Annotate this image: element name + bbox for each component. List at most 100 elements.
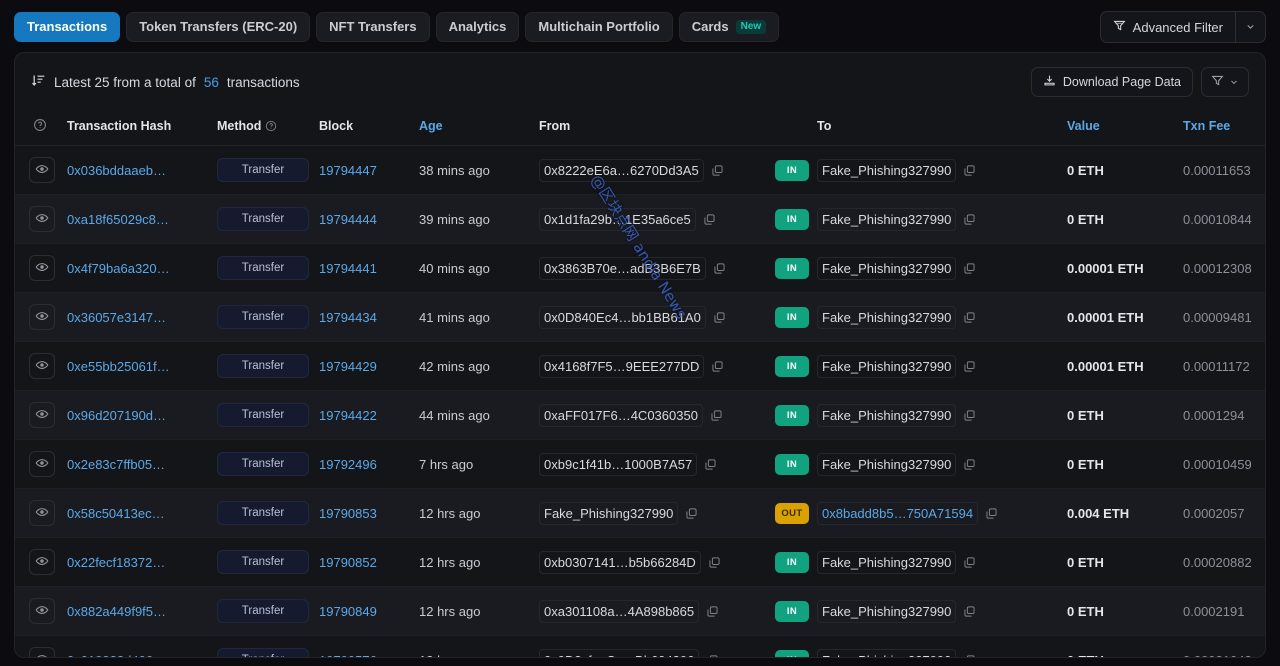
tab-cards[interactable]: Cards New [678, 11, 780, 43]
to-address-text[interactable]: Fake_Phishing327990 [817, 452, 957, 476]
th-block[interactable]: Block [313, 109, 413, 146]
transaction-hash-link[interactable]: 0x36057e3147… [67, 310, 166, 325]
copy-icon[interactable] [706, 654, 719, 657]
copy-icon[interactable] [963, 458, 976, 471]
transaction-hash-link[interactable]: 0xe55bb25061f… [67, 359, 170, 374]
to-address-text[interactable]: Fake_Phishing327990 [817, 403, 957, 427]
preview-eye-button[interactable] [29, 451, 55, 477]
block-link[interactable]: 19794429 [319, 359, 377, 374]
preview-eye-button[interactable] [29, 255, 55, 281]
from-address-text[interactable]: 0x8222eE6a…6270Dd3A5 [539, 158, 704, 182]
to-address-text[interactable]: Fake_Phishing327990 [817, 599, 957, 623]
to-address-text[interactable]: Fake_Phishing327990 [817, 256, 957, 280]
help-circle-icon[interactable] [33, 118, 47, 132]
block-link[interactable]: 19794447 [319, 163, 377, 178]
block-link[interactable]: 19794441 [319, 261, 377, 276]
preview-eye-button[interactable] [29, 206, 55, 232]
to-address-text[interactable]: Fake_Phishing327990 [817, 207, 957, 231]
tab-multichain-portfolio[interactable]: Multichain Portfolio [525, 11, 673, 43]
from-address-text[interactable]: 0xaFF017F6…4C0360350 [539, 403, 703, 427]
block-link[interactable]: 19794444 [319, 212, 377, 227]
th-age[interactable]: Age [413, 109, 533, 146]
preview-eye-button[interactable] [29, 157, 55, 183]
copy-icon[interactable] [963, 360, 976, 373]
copy-icon[interactable] [963, 311, 976, 324]
preview-eye-button[interactable] [29, 304, 55, 330]
transaction-hash-link[interactable]: 0x58c50413ec… [67, 506, 165, 521]
block-link[interactable]: 19794434 [319, 310, 377, 325]
copy-icon[interactable] [710, 409, 723, 422]
copy-icon[interactable] [711, 360, 724, 373]
copy-icon[interactable] [963, 262, 976, 275]
total-transactions-count[interactable]: 56 [204, 75, 219, 90]
table-filter-button[interactable] [1201, 67, 1249, 97]
copy-icon[interactable] [703, 213, 716, 226]
th-to[interactable]: To [811, 109, 1061, 146]
th-txn-fee[interactable]: Txn Fee [1177, 109, 1265, 146]
block-link[interactable]: 19790576 [319, 653, 377, 658]
from-address-text[interactable]: 0x0D840Ec4…bb1BB61A0 [539, 305, 706, 329]
sort-descending-icon[interactable] [31, 73, 46, 91]
th-value[interactable]: Value [1061, 109, 1177, 146]
from-address-text[interactable]: 0x4168f7F5…9EEE277DD [539, 354, 705, 378]
transaction-hash-link[interactable]: 0x96d207190d… [67, 408, 166, 423]
tab-nft-transfers[interactable]: NFT Transfers [316, 11, 430, 43]
preview-eye-button[interactable] [29, 647, 55, 657]
transaction-hash-link[interactable]: 0x019822d406… [67, 653, 166, 658]
from-address-text[interactable]: Fake_Phishing327990 [539, 501, 679, 525]
advanced-filter-caret[interactable] [1235, 12, 1265, 42]
copy-icon[interactable] [713, 311, 726, 324]
transaction-hash-link[interactable]: 0x4f79ba6a320… [67, 261, 170, 276]
preview-eye-button[interactable] [29, 549, 55, 575]
to-address-text[interactable]: Fake_Phishing327990 [817, 158, 957, 182]
from-address-text[interactable]: 0x3863B70e…adB3B6E7B [539, 256, 706, 280]
th-transaction-hash[interactable]: Transaction Hash [61, 109, 211, 146]
from-address-text[interactable]: 0xb0307141…b5b66284D [539, 550, 701, 574]
advanced-filter-button[interactable]: Advanced Filter [1101, 12, 1235, 42]
download-page-data-button[interactable]: Download Page Data [1030, 67, 1193, 97]
th-from[interactable]: From [533, 109, 769, 146]
copy-icon[interactable] [963, 409, 976, 422]
transaction-hash-link[interactable]: 0x036bddaaeb… [67, 163, 166, 178]
copy-icon[interactable] [685, 507, 698, 520]
to-address-text[interactable]: Fake_Phishing327990 [817, 354, 957, 378]
copy-icon[interactable] [963, 213, 976, 226]
from-address-text[interactable]: 0xa301108a…4A898b865 [539, 599, 700, 623]
to-address-text[interactable]: 0x8badd8b5…750A71594 [817, 501, 979, 525]
copy-icon[interactable] [963, 164, 976, 177]
copy-icon[interactable] [963, 654, 976, 657]
help-circle-icon[interactable] [265, 120, 277, 132]
preview-eye-button[interactable] [29, 402, 55, 428]
tab-analytics[interactable]: Analytics [435, 11, 520, 43]
from-address-text[interactable]: 0x1d1fa29b…1E35a6ce5 [539, 207, 696, 231]
copy-icon[interactable] [713, 262, 726, 275]
to-address-text[interactable]: Fake_Phishing327990 [817, 550, 957, 574]
copy-icon[interactable] [708, 556, 721, 569]
preview-eye-button[interactable] [29, 500, 55, 526]
copy-icon[interactable] [985, 507, 998, 520]
copy-icon[interactable] [963, 556, 976, 569]
advanced-filter-control[interactable]: Advanced Filter [1099, 11, 1266, 43]
transaction-hash-link[interactable]: 0x882a449f9f5… [67, 604, 166, 619]
to-address-text[interactable]: Fake_Phishing327990 [817, 305, 957, 329]
from-address-text[interactable]: 0x9D3cfaaC…cBb604396 [539, 648, 700, 657]
copy-icon[interactable] [963, 605, 976, 618]
copy-icon[interactable] [706, 605, 719, 618]
transaction-hash-link[interactable]: 0x2e83c7ffb05… [67, 457, 165, 472]
block-link[interactable]: 19790849 [319, 604, 377, 619]
block-link[interactable]: 19792496 [319, 457, 377, 472]
transaction-hash-link[interactable]: 0x22fecf18372… [67, 555, 165, 570]
tab-token-transfers-erc-20[interactable]: Token Transfers (ERC-20) [126, 11, 311, 43]
transaction-hash-link[interactable]: 0xa18f65029c8… [67, 212, 169, 227]
from-address-text[interactable]: 0xb9c1f41b…1000B7A57 [539, 452, 698, 476]
tab-transactions[interactable]: Transactions [14, 11, 121, 43]
copy-icon[interactable] [711, 164, 724, 177]
block-link[interactable]: 19790853 [319, 506, 377, 521]
block-link[interactable]: 19790852 [319, 555, 377, 570]
preview-eye-button[interactable] [29, 598, 55, 624]
copy-icon[interactable] [704, 458, 717, 471]
th-method[interactable]: Method [211, 109, 313, 146]
to-address-text[interactable]: Fake_Phishing327990 [817, 648, 957, 657]
block-link[interactable]: 19794422 [319, 408, 377, 423]
preview-eye-button[interactable] [29, 353, 55, 379]
